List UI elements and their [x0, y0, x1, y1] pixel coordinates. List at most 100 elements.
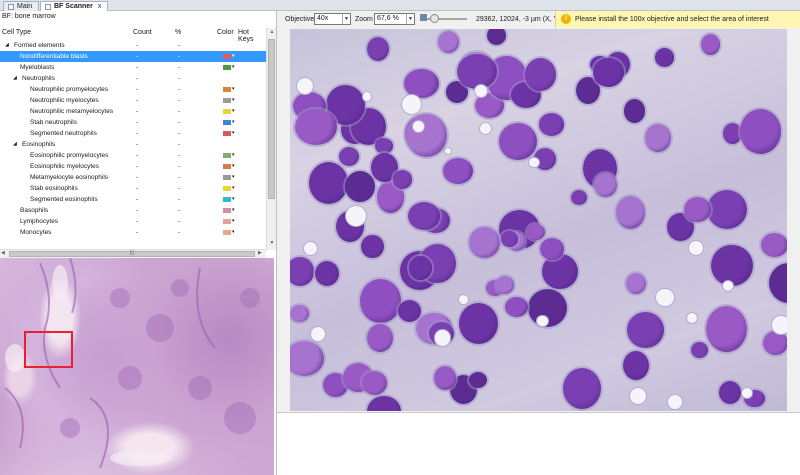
zoom-select[interactable]: 67,6 % ▼	[374, 13, 415, 25]
cell-grid-header: Cell Type Count % Color Hot Keys	[0, 28, 266, 43]
color-swatch[interactable]	[223, 175, 231, 180]
cell-type-row[interactable]: ◢ Eosinophils - -	[0, 139, 266, 150]
cell-type-row[interactable]: Neutrophilic myelocytes - - ▾	[0, 95, 266, 106]
cell-type-row[interactable]: Monocytes - - ▾	[0, 227, 266, 238]
scroll-thumb[interactable]	[268, 39, 275, 199]
cell-nucleus	[538, 113, 565, 136]
color-dropdown-icon[interactable]: ▾	[232, 51, 235, 62]
color-dropdown-icon[interactable]: ▾	[232, 194, 235, 205]
cell-type-label: Formed elements	[14, 42, 65, 49]
color-swatch[interactable]	[223, 120, 231, 125]
tab-bf-scanner[interactable]: BF Scanner x	[40, 1, 109, 11]
zoom-slider[interactable]	[427, 14, 467, 23]
cell-type-row[interactable]: Myeloblasts - - ▾	[0, 62, 266, 73]
color-dropdown-icon[interactable]: ▾	[232, 216, 235, 227]
cell-type-row[interactable]: ◢ Formed elements - -	[0, 40, 266, 51]
cell-nucleus	[684, 196, 711, 223]
cell-count: -	[136, 108, 139, 115]
color-dropdown-icon[interactable]: ▾	[232, 128, 235, 139]
slide-overview-image[interactable]	[0, 258, 274, 475]
col-cell-type[interactable]: Cell Type	[2, 29, 31, 36]
region-of-interest-marker[interactable]	[24, 331, 73, 368]
cell-nucleus	[409, 255, 432, 280]
color-swatch[interactable]	[223, 131, 231, 136]
vacuole	[412, 120, 424, 132]
cell-type-row[interactable]: Eosinophilic myelocytes - - ▾	[0, 161, 266, 172]
scroll-right-icon[interactable]: ▶	[258, 250, 262, 256]
color-swatch[interactable]	[223, 54, 231, 59]
cell-nucleus	[495, 276, 515, 294]
color-dropdown-icon[interactable]: ▾	[232, 62, 235, 73]
cell-type-row[interactable]: ◢ Neutrophils - -	[0, 73, 266, 84]
color-swatch[interactable]	[223, 197, 231, 202]
col-count[interactable]: Count	[133, 29, 152, 36]
cell-nucleus	[539, 238, 564, 261]
scroll-left-icon[interactable]: ◀	[1, 250, 5, 256]
cell-nucleus	[760, 232, 787, 257]
close-icon[interactable]: x	[98, 2, 102, 11]
cell-percent: -	[178, 152, 181, 159]
scroll-down-icon[interactable]: ▼	[268, 240, 276, 248]
zoom-slider-knob[interactable]	[430, 14, 439, 23]
color-swatch[interactable]	[223, 109, 231, 114]
expander-icon[interactable]: ◢	[5, 40, 9, 51]
color-dropdown-icon[interactable]: ▾	[232, 84, 235, 95]
objective-select[interactable]: 40x ▼	[314, 13, 351, 25]
cell-type-label: Neutrophilic myelocytes	[30, 97, 99, 104]
color-swatch[interactable]	[223, 164, 231, 169]
tab-bar: Main BF Scanner x	[0, 0, 800, 11]
vacuole	[402, 95, 421, 114]
cell-type-row[interactable]: Segmented neutrophils - - ▾	[0, 128, 266, 139]
color-dropdown-icon[interactable]: ▾	[232, 205, 235, 216]
cell-percent: -	[178, 141, 181, 148]
chevron-down-icon[interactable]: ▼	[406, 14, 414, 24]
cell-type-row[interactable]: Neutrophilic promyelocytes - - ▾	[0, 84, 266, 95]
objective-label: Objective	[285, 16, 315, 23]
color-swatch[interactable]	[223, 230, 231, 235]
cell-type-row[interactable]: Eosinophilic promyelocytes - - ▾	[0, 150, 266, 161]
cell-type-row[interactable]: Metamyelocyte eosinophils - - ▾	[0, 172, 266, 183]
color-dropdown-icon[interactable]: ▾	[232, 172, 235, 183]
color-dropdown-icon[interactable]: ▾	[232, 161, 235, 172]
notice-banner: ! Please install the 100x objective and …	[555, 11, 800, 28]
col-color[interactable]: Color	[217, 29, 234, 36]
color-dropdown-icon[interactable]: ▾	[232, 150, 235, 161]
cell-type-row[interactable]: Stab neutrophils - - ▾	[0, 117, 266, 128]
cell-nucleus	[524, 58, 556, 91]
color-dropdown-icon[interactable]: ▾	[232, 106, 235, 117]
cell-count: -	[136, 119, 139, 126]
microscope-field-view[interactable]	[290, 29, 787, 411]
color-dropdown-icon[interactable]: ▾	[232, 95, 235, 106]
col-percent[interactable]: %	[175, 29, 181, 36]
color-swatch[interactable]	[223, 87, 231, 92]
vertical-scrollbar[interactable]: ▲ ▼	[266, 28, 276, 250]
color-dropdown-icon[interactable]: ▾	[232, 117, 235, 128]
color-swatch[interactable]	[223, 186, 231, 191]
cell-type-row[interactable]: Segmented eosinophils - - ▾	[0, 194, 266, 205]
color-swatch[interactable]	[223, 65, 231, 70]
color-swatch[interactable]	[223, 153, 231, 158]
cell-nucleus	[459, 302, 499, 344]
cell-percent: -	[178, 53, 181, 60]
color-swatch[interactable]	[223, 208, 231, 213]
scroll-up-icon[interactable]: ▲	[268, 29, 276, 37]
objective-value: 40x	[317, 15, 329, 22]
cell-nucleus	[645, 123, 672, 152]
color-dropdown-icon[interactable]: ▾	[232, 183, 235, 194]
cell-type-row[interactable]: Neutrophilic metamyelocytes - - ▾	[0, 106, 266, 117]
cell-type-row[interactable]: Nondifferentiable blasts - - ▾	[0, 51, 266, 62]
tab-main[interactable]: Main	[3, 1, 40, 11]
cell-type-row[interactable]: Basophils - - ▾	[0, 205, 266, 216]
color-dropdown-icon[interactable]: ▾	[232, 227, 235, 238]
cell-nucleus	[468, 227, 501, 259]
expander-icon[interactable]: ◢	[13, 73, 17, 84]
cell-nucleus	[654, 48, 674, 67]
color-swatch[interactable]	[223, 219, 231, 224]
color-swatch[interactable]	[223, 98, 231, 103]
cell-type-row[interactable]: Lymphocytes - - ▾	[0, 216, 266, 227]
horizontal-scrollbar[interactable]: ◀ ||| ▶	[0, 249, 266, 258]
expander-icon[interactable]: ◢	[13, 139, 17, 150]
cell-percent: -	[178, 196, 181, 203]
chevron-down-icon[interactable]: ▼	[342, 14, 350, 24]
cell-type-row[interactable]: Stab eosinophils - - ▾	[0, 183, 266, 194]
